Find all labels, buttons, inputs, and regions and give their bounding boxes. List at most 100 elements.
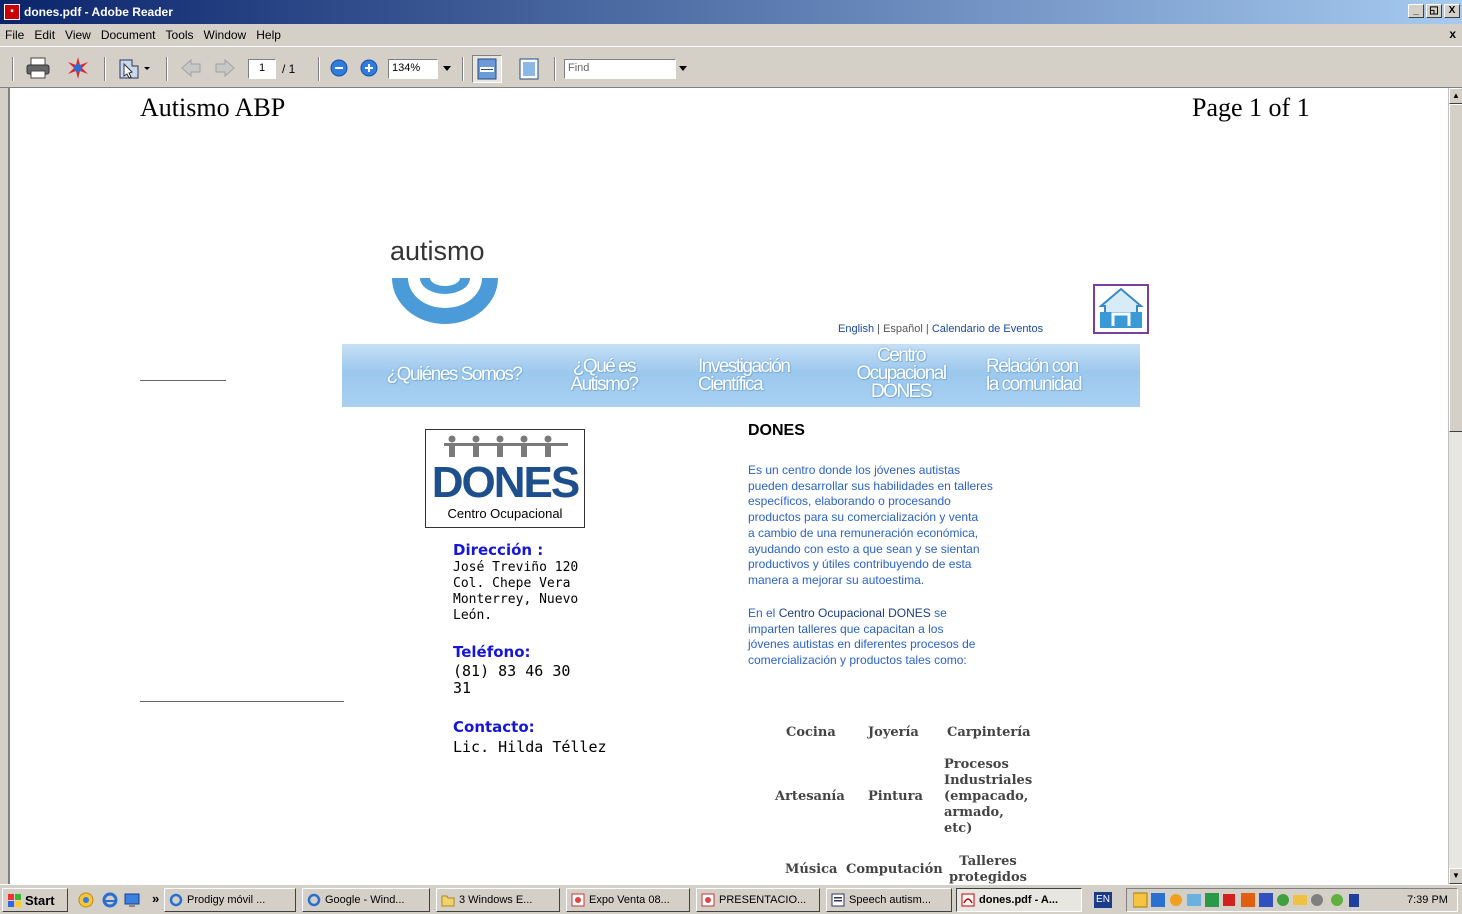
tray-icons — [1133, 892, 1359, 908]
next-page-icon[interactable] — [212, 55, 238, 81]
home-icon[interactable] — [1093, 284, 1149, 334]
description-paragraph-2: En el Centro Ocupacional DONES se impart… — [748, 606, 976, 668]
powerpoint-icon — [571, 893, 585, 907]
language-links: English | Español | Calendario de Evento… — [838, 323, 1044, 335]
print-icon[interactable] — [24, 55, 52, 81]
window-title-bar: ▪ dones.pdf - Adobe Reader _ ◱ X — [0, 0, 1462, 24]
workshops-table: Cocina Joyería Carpintería Artesanía Pin… — [770, 718, 1050, 884]
select-tool-icon[interactable] — [114, 55, 154, 81]
table-cell: Cocina — [786, 725, 836, 740]
taskbar-button-expo-venta[interactable]: Expo Venta 08... — [566, 888, 690, 912]
autismo-logo-text: autismo — [390, 236, 485, 266]
zoom-level-input[interactable]: 134% — [388, 59, 438, 79]
quicklaunch-ie-icon[interactable] — [102, 892, 118, 908]
folder-icon — [441, 895, 455, 907]
page-number-input[interactable]: 1 — [248, 59, 276, 79]
ie-icon — [307, 893, 321, 907]
find-dropdown-icon[interactable] — [676, 61, 690, 77]
scrollbar-thumb[interactable] — [1449, 104, 1462, 432]
menu-edit[interactable]: Edit — [29, 28, 60, 42]
previous-page-icon[interactable] — [178, 55, 204, 81]
taskbar: start » Prodigy móvil ... Google - Wind.… — [0, 884, 1462, 914]
windows-flag-icon — [8, 894, 21, 907]
taskbar-button-prodigy[interactable]: Prodigy móvil ... — [164, 888, 296, 912]
menu-view[interactable]: View — [60, 28, 96, 42]
menu-window[interactable]: Window — [199, 28, 252, 42]
taskbar-button-windows-explorer[interactable]: 3 Windows E... — [436, 888, 560, 912]
table-cell: Joyería — [868, 725, 919, 740]
zoom-out-icon[interactable] — [328, 57, 350, 79]
quicklaunch-more-chevron[interactable]: » — [152, 891, 159, 906]
toolbar: 1 / 1 134% Find — [0, 46, 1462, 88]
find-input[interactable]: Find — [564, 59, 676, 79]
table-cell: Pintura — [868, 789, 923, 804]
people-figures-icon — [444, 435, 568, 457]
taskbar-button-speech-autism[interactable]: Speech autism... — [826, 888, 952, 912]
table-cell: Carpintería — [947, 725, 1031, 740]
language-indicator[interactable]: EN — [1094, 892, 1112, 908]
address-block: José Treviño 120 Col. Chepe Vera Monterr… — [453, 560, 579, 623]
nav-investigacion[interactable]: Investigación Científica — [698, 357, 814, 394]
contact-label: Contacto: — [453, 718, 535, 736]
zoom-dropdown-icon[interactable] — [440, 61, 454, 77]
menu-help[interactable]: Help — [251, 28, 286, 42]
link-calendario[interactable]: Calendario de Eventos — [932, 323, 1043, 335]
powerpoint-icon — [701, 893, 715, 907]
page-header-right: Page 1 of 1 — [1192, 93, 1310, 122]
phone-block: (81) 83 46 30 31 — [453, 662, 571, 697]
fit-width-icon[interactable] — [472, 55, 502, 83]
start-button[interactable]: start — [2, 888, 68, 912]
autismo-logo-icon — [392, 278, 498, 324]
word-icon — [831, 893, 845, 907]
nav-que-es-autismo[interactable]: ¿Qué es Autismo? — [556, 357, 652, 394]
adobe-pdf-icon — [961, 893, 975, 907]
document-view[interactable]: Autismo ABP Page 1 of 1 autismo English … — [8, 88, 1448, 884]
minimize-button[interactable]: _ — [1408, 4, 1424, 18]
table-cell: Procesos Industriales (empacado, armado,… — [944, 757, 1033, 836]
link-english[interactable]: English — [838, 323, 874, 335]
page-header-left: Autismo ABP — [140, 93, 286, 122]
window-title: dones.pdf - Adobe Reader — [24, 5, 173, 19]
system-tray: 7:39 PM — [1126, 888, 1458, 912]
nav-relacion-comunidad[interactable]: Relación con la comunidad — [986, 357, 1102, 394]
dones-logo-word: DONES — [431, 458, 580, 507]
description-paragraph-1: Es un centro donde los jóvenes autistas … — [748, 463, 993, 587]
address-label: Dirección : — [453, 541, 544, 559]
divider-line — [140, 380, 226, 381]
table-cell: Música — [785, 862, 838, 877]
nav-centro-dones[interactable]: Centro Ocupacional DONES — [846, 346, 956, 401]
menu-document[interactable]: Document — [96, 28, 161, 42]
adobe-reader-icon: ▪ — [4, 4, 20, 20]
zoom-in-icon[interactable] — [358, 57, 380, 79]
document-close-button[interactable]: x — [1449, 27, 1456, 41]
close-button[interactable]: X — [1444, 4, 1460, 18]
quicklaunch-desktop-icon[interactable] — [124, 892, 140, 908]
scroll-up-arrow-icon[interactable]: ▲ — [1449, 88, 1462, 104]
menu-file[interactable]: File — [0, 28, 29, 42]
table-cell: Talleres protegidos — [949, 854, 1027, 884]
vertical-scrollbar[interactable]: ▲ ▼ — [1448, 88, 1462, 884]
taskbar-button-presentacion[interactable]: PRESENTACIO... — [696, 888, 820, 912]
contact-name: Lic. Hilda Téllez — [453, 738, 607, 756]
divider-line — [140, 701, 344, 702]
clock: 7:39 PM — [1407, 894, 1448, 906]
dones-logo: DONES Centro Ocupacional — [425, 429, 585, 528]
scroll-down-arrow-icon[interactable]: ▼ — [1449, 868, 1462, 884]
dones-logo-subtitle: Centro Ocupacional — [447, 506, 563, 521]
page-total: / 1 — [282, 62, 296, 76]
collaborate-star-icon[interactable] — [64, 55, 92, 81]
taskbar-button-google[interactable]: Google - Wind... — [302, 888, 430, 912]
site-nav-bar: ¿Quiénes Somos? ¿Qué es Autismo? Investi… — [342, 344, 1140, 407]
ie-icon — [169, 893, 183, 907]
menu-tools[interactable]: Tools — [161, 28, 199, 42]
quicklaunch-chrome-icon[interactable] — [78, 892, 94, 908]
section-title: DONES — [748, 422, 805, 439]
table-cell: Artesanía — [775, 789, 845, 804]
fit-page-icon[interactable] — [514, 55, 544, 83]
taskbar-button-dones-pdf[interactable]: dones.pdf - A... — [956, 888, 1082, 912]
menu-bar: File Edit View Document Tools Window Hel… — [0, 24, 1462, 46]
maximize-button[interactable]: ◱ — [1426, 4, 1442, 18]
table-cell: Computación — [846, 862, 943, 877]
link-espanol[interactable]: Español — [883, 323, 923, 335]
nav-quienes-somos[interactable]: ¿Quiénes Somos? — [384, 365, 524, 384]
